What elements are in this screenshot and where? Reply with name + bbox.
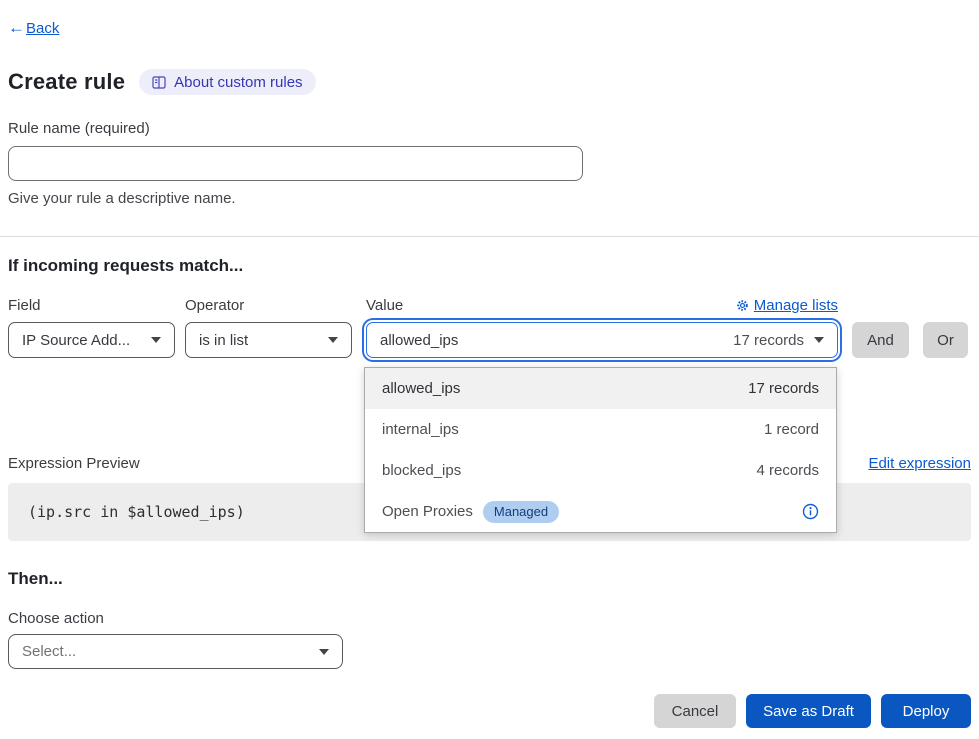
save-draft-button[interactable]: Save as Draft: [746, 694, 871, 728]
gear-icon: [736, 299, 749, 312]
rule-name-group: Rule name (required) Give your rule a de…: [8, 120, 971, 207]
field-select[interactable]: IP Source Add...: [8, 322, 175, 358]
managed-badge: Managed: [483, 501, 559, 523]
chevron-down-icon: [328, 337, 338, 343]
value-column: Value Manage lists allowed_ips 17 record…: [362, 297, 842, 358]
list-item-records: 4 records: [756, 462, 819, 479]
list-item-name: blocked_ips: [382, 462, 461, 479]
operator-select[interactable]: is in list: [185, 322, 352, 358]
list-item-name: Open Proxies: [382, 503, 473, 520]
left-arrow-icon: ←: [8, 18, 25, 38]
edit-expression-link[interactable]: Edit expression: [868, 455, 971, 472]
value-label-row: Value Manage lists: [362, 297, 842, 314]
expression-code: (ip.src in $allowed_ips): [28, 503, 245, 521]
then-heading: Then...: [8, 569, 971, 589]
or-button[interactable]: Or: [923, 322, 968, 358]
list-item-records: 1 record: [764, 421, 819, 438]
manage-lists-link[interactable]: Manage lists: [736, 297, 838, 314]
value-select-selected: allowed_ips: [380, 332, 458, 349]
expression-preview-label: Expression Preview: [8, 455, 140, 472]
chevron-down-icon: [319, 649, 329, 655]
action-select-placeholder: Select...: [22, 643, 76, 660]
cancel-button[interactable]: Cancel: [654, 694, 736, 728]
operator-label: Operator: [185, 297, 352, 314]
rule-name-label: Rule name (required): [8, 120, 971, 137]
field-select-value: IP Source Add...: [22, 332, 130, 349]
section-divider: [0, 236, 979, 237]
list-item-blocked-ips[interactable]: blocked_ips 4 records: [365, 450, 836, 491]
rule-name-helper: Give your rule a descriptive name.: [8, 190, 971, 207]
about-custom-rules-link[interactable]: About custom rules: [139, 69, 315, 95]
about-custom-rules-label: About custom rules: [174, 74, 302, 91]
operator-column: Operator is in list: [185, 297, 352, 358]
field-label: Field: [8, 297, 175, 314]
list-item-open-proxies[interactable]: Open Proxies Managed: [365, 491, 836, 532]
chevron-down-icon: [151, 337, 161, 343]
list-item-internal-ips[interactable]: internal_ips 1 record: [365, 409, 836, 450]
condition-row: Field IP Source Add... Operator is in li…: [8, 297, 971, 358]
back-link[interactable]: ←Back: [8, 18, 59, 38]
value-select[interactable]: allowed_ips 17 records: [366, 322, 838, 358]
back-row: ←Back: [8, 18, 971, 38]
value-label: Value: [366, 297, 403, 314]
back-link-label: Back: [26, 20, 59, 37]
footer-actions: Cancel Save as Draft Deploy: [8, 694, 971, 728]
match-heading: If incoming requests match...: [8, 256, 971, 276]
deploy-button[interactable]: Deploy: [881, 694, 971, 728]
list-item-name: internal_ips: [382, 421, 459, 438]
and-button[interactable]: And: [852, 322, 909, 358]
list-item-records: 17 records: [748, 380, 819, 397]
list-dropdown: allowed_ips 17 records internal_ips 1 re…: [364, 367, 837, 533]
field-column: Field IP Source Add...: [8, 297, 175, 358]
list-item-allowed-ips[interactable]: allowed_ips 17 records: [365, 368, 836, 409]
value-select-records: 17 records: [733, 332, 804, 349]
chevron-down-icon: [814, 337, 824, 343]
manage-lists-label: Manage lists: [754, 297, 838, 314]
title-row: Create rule About custom rules: [8, 69, 971, 95]
operator-select-value: is in list: [199, 332, 248, 349]
book-icon: [152, 76, 166, 89]
info-icon[interactable]: [802, 503, 819, 520]
list-item-name: allowed_ips: [382, 380, 460, 397]
choose-action-label: Choose action: [8, 610, 971, 627]
action-select[interactable]: Select...: [8, 634, 343, 669]
create-rule-page: ←Back Create rule About custom rules Rul…: [0, 0, 979, 739]
rule-name-input[interactable]: [8, 146, 583, 181]
page-title: Create rule: [8, 69, 125, 95]
